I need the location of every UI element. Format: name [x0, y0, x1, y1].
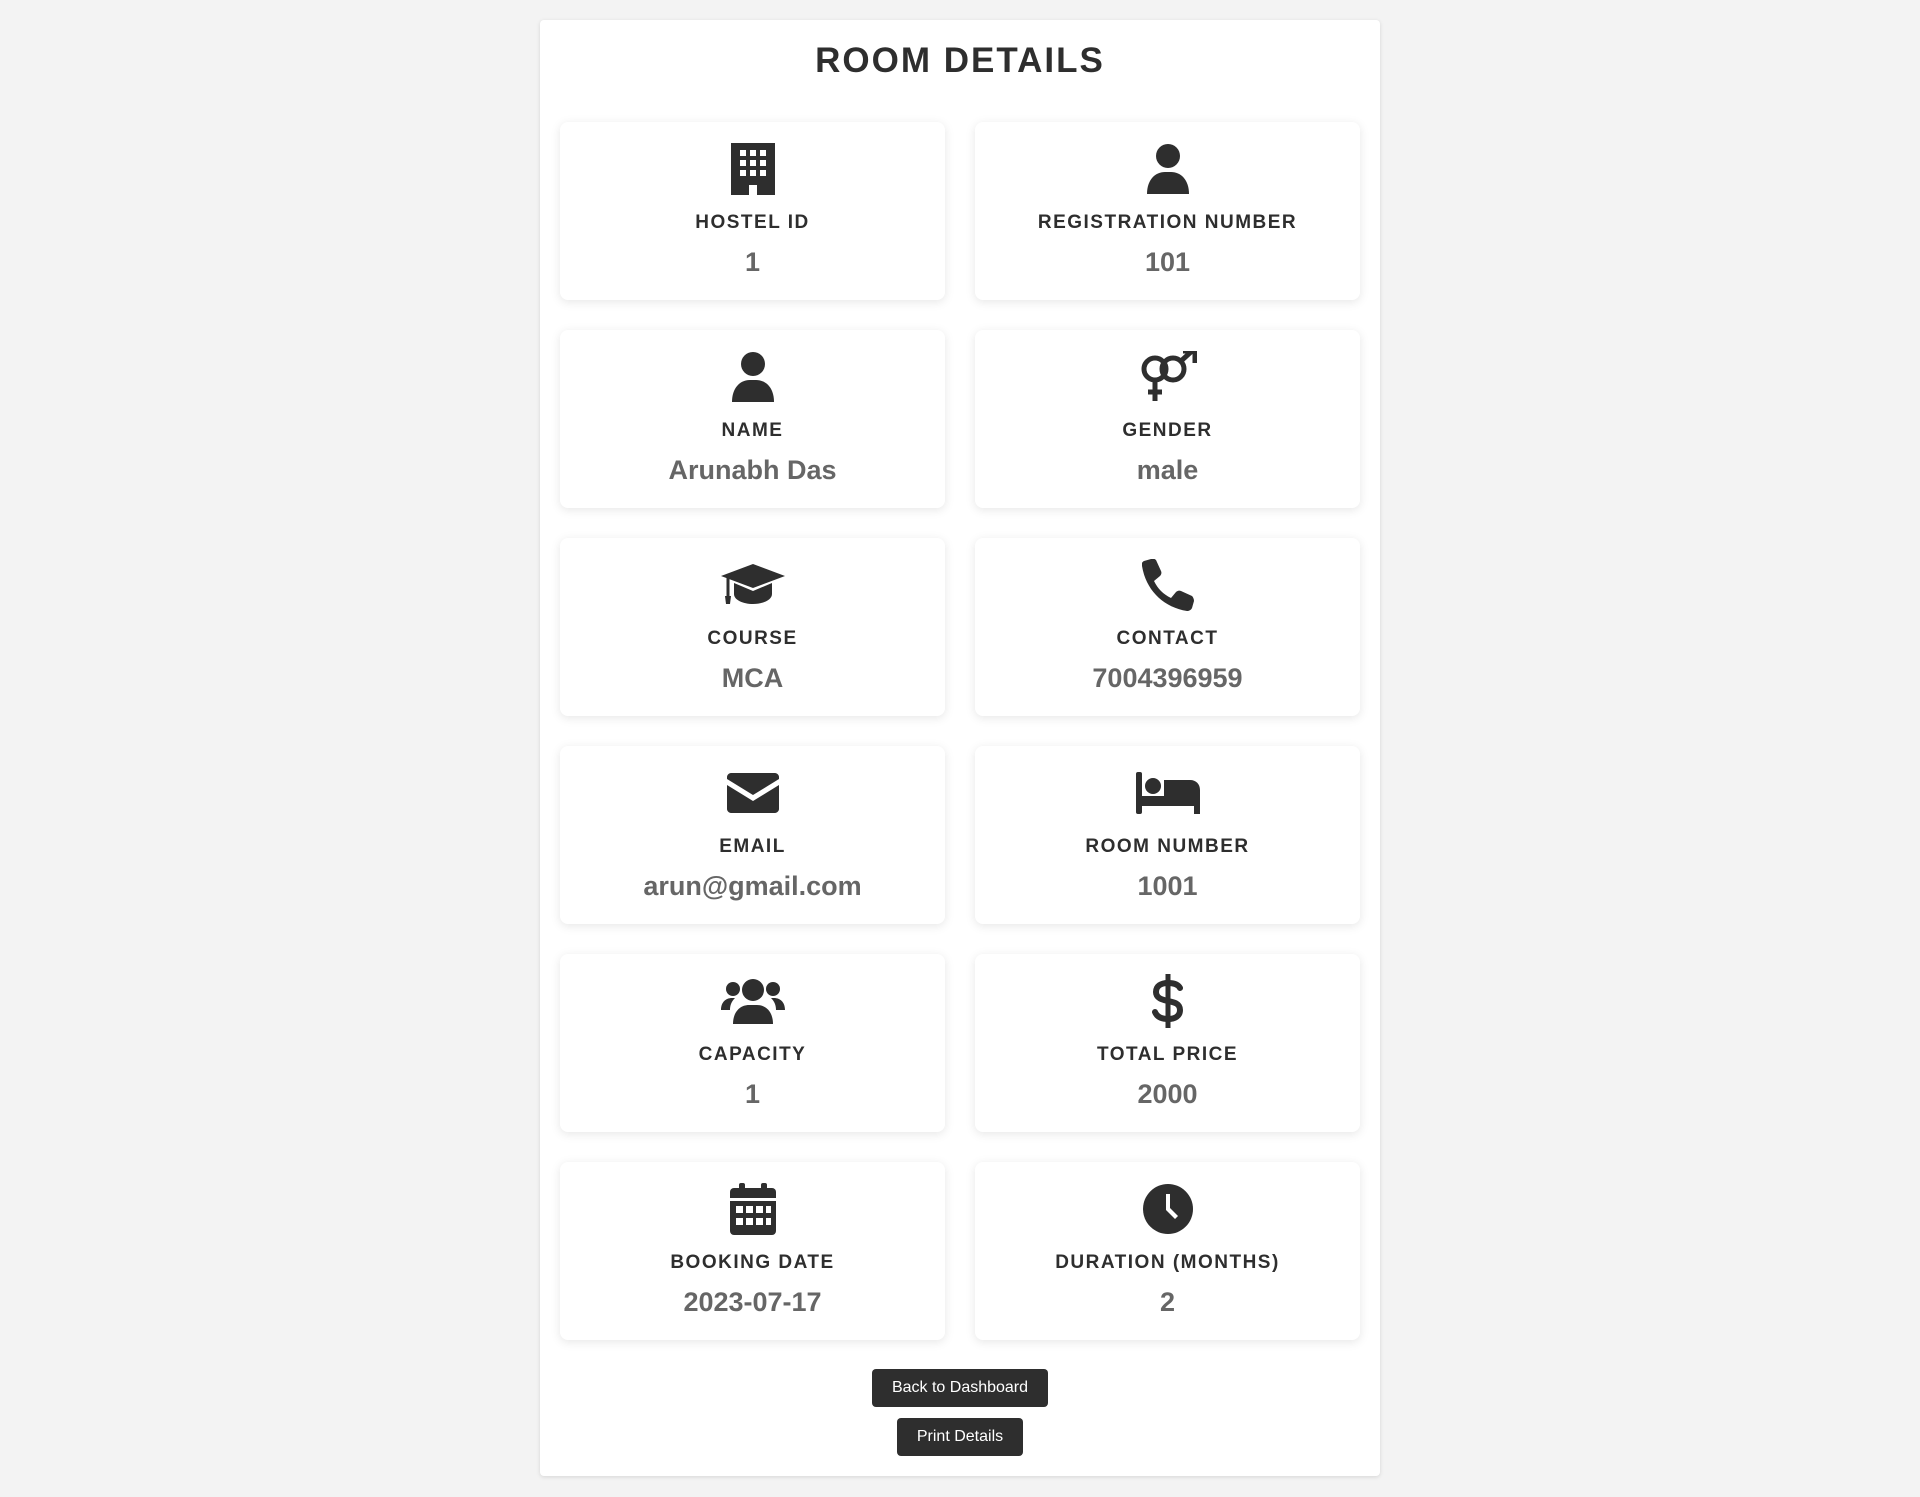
card-value: 2023-07-17: [683, 1287, 822, 1317]
card-label: NAME: [721, 420, 784, 441]
building-icon: [721, 142, 785, 196]
card-value: 1: [744, 247, 761, 277]
user-icon: [721, 350, 785, 404]
card-label: REGISTRATION NUMBER: [1037, 212, 1298, 233]
card-label: COURSE: [707, 628, 798, 649]
page-title: ROOM DETAILS: [815, 41, 1105, 80]
card-total-price: TOTAL PRICE 2000: [975, 954, 1360, 1132]
venus-mars-icon: [1136, 350, 1200, 404]
card-capacity: CAPACITY 1: [560, 954, 945, 1132]
card-label: CONTACT: [1116, 628, 1219, 649]
clock-icon: [1136, 1182, 1200, 1236]
card-registration-number: REGISTRATION NUMBER 101: [975, 122, 1360, 300]
card-value: male: [1136, 455, 1199, 485]
card-value: MCA: [721, 663, 784, 693]
card-value: 1001: [1137, 871, 1198, 901]
calendar-icon: [721, 1182, 785, 1236]
room-details-panel: ROOM DETAILS HOSTEL ID 1 REGISTRATION NU…: [540, 20, 1380, 1476]
card-label: CAPACITY: [698, 1044, 807, 1065]
card-label: DURATION (MONTHS): [1055, 1252, 1280, 1273]
card-label: TOTAL PRICE: [1096, 1044, 1239, 1065]
graduation-cap-icon: [720, 558, 785, 612]
back-to-dashboard-button[interactable]: Back to Dashboard: [871, 1369, 1049, 1407]
card-contact: CONTACT 7004396959: [975, 538, 1360, 716]
card-label: ROOM NUMBER: [1085, 836, 1250, 857]
details-grid: HOSTEL ID 1 REGISTRATION NUMBER 101 NAME: [560, 122, 1360, 1340]
phone-icon: [1136, 558, 1200, 612]
card-label: GENDER: [1122, 420, 1213, 441]
card-gender: GENDER male: [975, 330, 1360, 508]
envelope-icon: [721, 766, 785, 820]
card-label: BOOKING DATE: [670, 1252, 835, 1273]
user-icon: [1136, 142, 1200, 196]
card-value: 101: [1144, 247, 1191, 277]
card-hostel-id: HOSTEL ID 1: [560, 122, 945, 300]
card-label: HOSTEL ID: [695, 212, 810, 233]
card-value: 2: [1159, 1287, 1176, 1317]
card-value: arun@gmail.com: [643, 871, 862, 901]
card-room-number: ROOM NUMBER 1001: [975, 746, 1360, 924]
card-course: COURSE MCA: [560, 538, 945, 716]
card-booking-date: BOOKING DATE 2023-07-17: [560, 1162, 945, 1340]
dollar-icon: [1136, 974, 1200, 1028]
card-value: Arunabh Das: [668, 455, 837, 485]
users-icon: [720, 974, 785, 1028]
card-label: EMAIL: [719, 836, 786, 857]
card-value: 1: [744, 1079, 761, 1109]
card-duration: DURATION (MONTHS) 2: [975, 1162, 1360, 1340]
print-details-button[interactable]: Print Details: [896, 1418, 1024, 1456]
bed-icon: [1135, 766, 1200, 820]
action-buttons: Back to Dashboard Print Details: [540, 1369, 1380, 1456]
card-value: 7004396959: [1092, 663, 1243, 693]
card-value: 2000: [1137, 1079, 1198, 1109]
card-email: EMAIL arun@gmail.com: [560, 746, 945, 924]
card-name: NAME Arunabh Das: [560, 330, 945, 508]
